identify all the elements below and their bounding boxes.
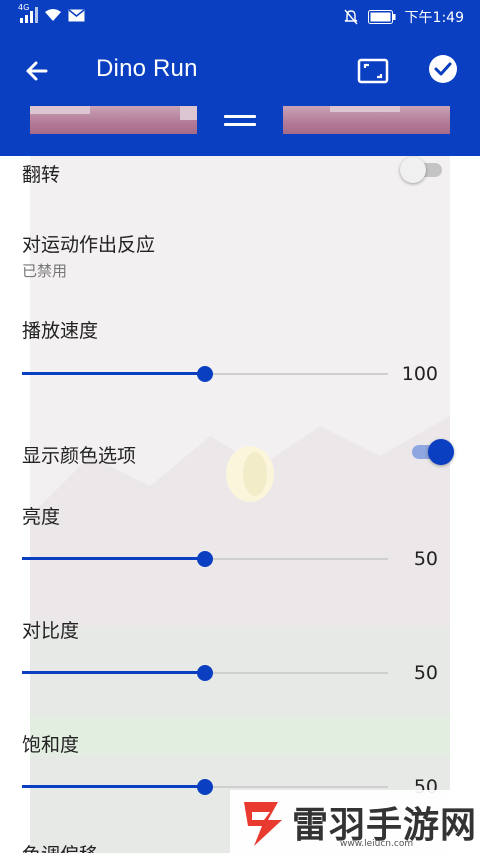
watermark-url: www.leiucn.com — [340, 839, 414, 849]
settings-panel: 翻转 对运动作出反应 已禁用 播放速度 100 显示颜色选项 亮度 50 对比度… — [0, 156, 480, 853]
signal-icon — [20, 7, 38, 23]
saturation-label: 饱和度 — [22, 734, 80, 756]
watermark: 雷羽手游网 www.leiucn.com — [230, 790, 480, 853]
arrow-back-icon — [26, 61, 48, 81]
confirm-button[interactable] — [428, 54, 458, 84]
flip-switch[interactable] — [400, 156, 444, 184]
contrast-value: 50 — [413, 662, 438, 684]
fullscreen-icon — [357, 58, 389, 84]
motion-status: 已禁用 — [22, 262, 68, 280]
drag-handle-icon — [224, 115, 256, 131]
page-title: Dino Run — [96, 55, 198, 82]
back-button[interactable] — [20, 54, 54, 88]
show-color-options-switch[interactable] — [410, 438, 454, 466]
battery-icon — [367, 10, 396, 24]
status-time: 下午1:49 — [404, 10, 464, 26]
motion-label: 对运动作出反应 — [22, 234, 156, 256]
slider-thumb[interactable] — [197, 779, 213, 795]
show-color-options-label: 显示颜色选项 — [22, 445, 137, 467]
slider-thumb[interactable] — [197, 366, 213, 382]
brightness-value: 50 — [413, 548, 438, 570]
brightness-slider[interactable] — [22, 547, 388, 571]
contrast-slider[interactable] — [22, 661, 388, 685]
hue-shift-label: 色调偏移 — [22, 840, 98, 853]
brightness-label: 亮度 — [22, 506, 61, 528]
wifi-icon — [45, 9, 61, 21]
drag-handle[interactable] — [197, 106, 283, 140]
playback-speed-label: 播放速度 — [22, 320, 99, 342]
app-bar: Dino Run — [0, 34, 480, 106]
status-bar: 4G 下午1:49 — [0, 0, 480, 34]
playback-speed-slider[interactable] — [22, 362, 388, 386]
flip-label: 翻转 — [22, 164, 61, 186]
mute-icon — [344, 9, 358, 25]
contrast-label: 对比度 — [22, 620, 80, 642]
mail-icon — [68, 8, 85, 21]
slider-thumb[interactable] — [197, 551, 213, 567]
watermark-logo — [244, 802, 282, 846]
check-circle-icon — [429, 55, 457, 83]
playback-speed-value: 100 — [401, 363, 438, 385]
fullscreen-button[interactable] — [356, 54, 390, 88]
slider-thumb[interactable] — [197, 665, 213, 681]
